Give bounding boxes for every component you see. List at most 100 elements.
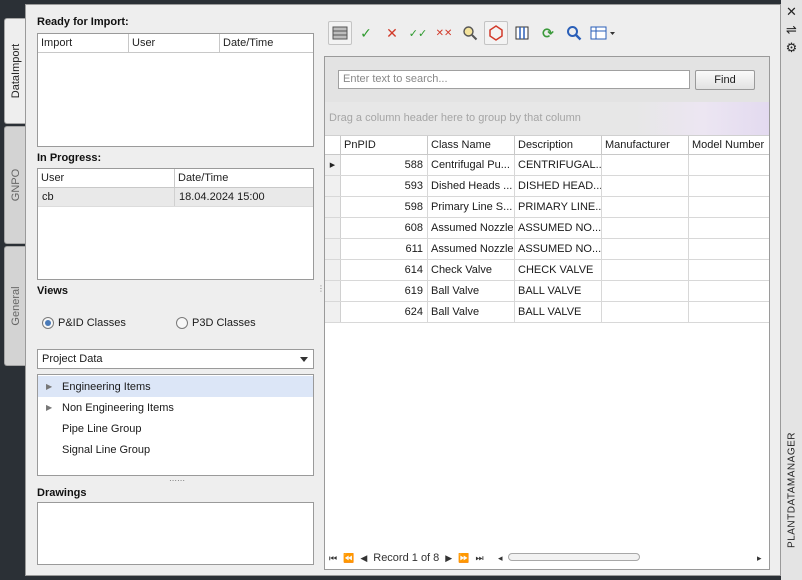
pnpid-cell[interactable]: 624: [341, 302, 428, 322]
model-number-cell[interactable]: [689, 302, 769, 322]
refresh-button[interactable]: ⟳: [536, 21, 560, 45]
class-name-cell[interactable]: Primary Line S...: [428, 197, 515, 217]
accept-all-button[interactable]: ✓✓: [406, 21, 430, 45]
class-name-cell[interactable]: Centrifugal Pu...: [428, 155, 515, 175]
manufacturer-cell[interactable]: [602, 218, 689, 238]
scroll-left-icon[interactable]: ◂: [498, 553, 503, 564]
scroll-right-icon[interactable]: ▸: [757, 553, 762, 564]
radio-pid-classes[interactable]: P&ID Classes: [42, 317, 126, 329]
model-number-cell[interactable]: [689, 197, 769, 217]
model-number-cell[interactable]: [689, 281, 769, 301]
search-input[interactable]: Enter text to search...: [338, 70, 690, 89]
list-item[interactable]: cb 18.04.2024 15:00: [38, 188, 313, 207]
manufacturer-cell[interactable]: [602, 197, 689, 217]
class-name-cell[interactable]: Ball Valve: [428, 281, 515, 301]
manufacturer-cell[interactable]: [602, 302, 689, 322]
pnpid-cell[interactable]: 598: [341, 197, 428, 217]
table-row[interactable]: 598 Primary Line S... PRIMARY LINE...: [325, 197, 769, 218]
next-record-icon[interactable]: ▶: [445, 553, 452, 564]
horizontal-splitter-handle[interactable]: ⋯⋯: [169, 477, 185, 485]
expand-arrow-icon[interactable]: ▶: [46, 382, 62, 391]
table-row[interactable]: 593 Dished Heads ... DISHED HEAD...: [325, 176, 769, 197]
column-header-user[interactable]: User: [38, 169, 175, 187]
model-number-cell[interactable]: [689, 218, 769, 238]
column-header-pnpid[interactable]: PnPID: [341, 136, 428, 154]
description-cell[interactable]: ASSUMED NO...: [515, 218, 602, 238]
radio-p3d-classes[interactable]: P3D Classes: [176, 317, 256, 329]
group-by-panel[interactable]: Drag a column header here to group by th…: [325, 102, 769, 135]
class-tree[interactable]: ▶ Engineering Items ▶ Non Engineering It…: [37, 374, 314, 476]
description-cell[interactable]: CENTRIFUGAL...: [515, 155, 602, 175]
horizontal-scrollbar[interactable]: [508, 553, 640, 561]
tab-gnpo[interactable]: GNPO: [4, 126, 26, 244]
table-row[interactable]: 608 Assumed Nozzle ASSUMED NO...: [325, 218, 769, 239]
class-name-cell[interactable]: Assumed Nozzle: [428, 239, 515, 259]
reject-button[interactable]: ✕: [380, 21, 404, 45]
class-name-cell[interactable]: Ball Valve: [428, 302, 515, 322]
description-cell[interactable]: PRIMARY LINE...: [515, 197, 602, 217]
row-indicator[interactable]: [325, 176, 341, 196]
description-cell[interactable]: CHECK VALVE: [515, 260, 602, 280]
first-record-icon[interactable]: ⏮: [329, 553, 337, 564]
ready-for-import-list[interactable]: Import User Date/Time: [37, 33, 314, 147]
class-name-cell[interactable]: Dished Heads ...: [428, 176, 515, 196]
column-header-datetime[interactable]: Date/Time: [175, 169, 313, 187]
pnpid-cell[interactable]: 619: [341, 281, 428, 301]
in-progress-list[interactable]: User Date/Time cb 18.04.2024 15:00: [37, 168, 314, 280]
table-settings-button[interactable]: [588, 21, 618, 45]
tree-item-signal-line-group[interactable]: Signal Line Group: [38, 439, 313, 460]
table-row[interactable]: 624 Ball Valve BALL VALVE: [325, 302, 769, 323]
current-row-indicator-icon[interactable]: ▶: [325, 155, 341, 175]
tree-item-engineering-items[interactable]: ▶ Engineering Items: [38, 376, 313, 397]
search-button[interactable]: [562, 21, 586, 45]
select-graphics-button[interactable]: [484, 21, 508, 45]
reject-all-button[interactable]: ✕✕: [432, 21, 456, 45]
next-page-icon[interactable]: ⏩: [458, 553, 469, 564]
description-cell[interactable]: BALL VALVE: [515, 281, 602, 301]
tree-item-pipe-line-group[interactable]: Pipe Line Group: [38, 418, 313, 439]
chevron-down-icon[interactable]: [300, 357, 308, 362]
grid-view-button[interactable]: [328, 21, 352, 45]
table-row[interactable]: 611 Assumed Nozzle ASSUMED NO...: [325, 239, 769, 260]
manufacturer-cell[interactable]: [602, 176, 689, 196]
manufacturer-cell[interactable]: [602, 260, 689, 280]
pnpid-cell[interactable]: 593: [341, 176, 428, 196]
manufacturer-cell[interactable]: [602, 239, 689, 259]
manufacturer-cell[interactable]: [602, 155, 689, 175]
auto-hide-icon[interactable]: ⇌: [784, 22, 799, 38]
description-cell[interactable]: ASSUMED NO...: [515, 239, 602, 259]
pnpid-cell[interactable]: 614: [341, 260, 428, 280]
column-header-manufacturer[interactable]: Manufacturer: [602, 136, 689, 154]
table-row[interactable]: 614 Check Valve CHECK VALVE: [325, 260, 769, 281]
column-header-import[interactable]: Import: [38, 34, 129, 52]
model-number-cell[interactable]: [689, 155, 769, 175]
description-cell[interactable]: BALL VALVE: [515, 302, 602, 322]
pnpid-cell[interactable]: 608: [341, 218, 428, 238]
previous-page-icon[interactable]: ⏪: [343, 553, 354, 564]
tab-dataimport[interactable]: DataImport: [4, 18, 26, 124]
model-number-cell[interactable]: [689, 260, 769, 280]
pnpid-cell[interactable]: 611: [341, 239, 428, 259]
manufacturer-cell[interactable]: [602, 281, 689, 301]
tree-item-non-engineering-items[interactable]: ▶ Non Engineering Items: [38, 397, 313, 418]
model-number-cell[interactable]: [689, 176, 769, 196]
pnpid-cell[interactable]: 588: [341, 155, 428, 175]
row-indicator[interactable]: [325, 218, 341, 238]
column-header-user[interactable]: User: [129, 34, 220, 52]
row-indicator[interactable]: [325, 239, 341, 259]
find-button[interactable]: Find: [695, 70, 755, 90]
columns-button[interactable]: [510, 21, 534, 45]
row-indicator[interactable]: [325, 302, 341, 322]
row-indicator[interactable]: [325, 197, 341, 217]
row-indicator[interactable]: [325, 281, 341, 301]
column-header-datetime[interactable]: Date/Time: [220, 34, 313, 52]
column-header-model-number[interactable]: Model Number: [689, 136, 769, 154]
column-header-class-name[interactable]: Class Name: [428, 136, 515, 154]
column-header-description[interactable]: Description: [515, 136, 602, 154]
last-record-icon[interactable]: ⏭: [475, 553, 483, 564]
class-name-cell[interactable]: Assumed Nozzle: [428, 218, 515, 238]
accept-button[interactable]: ✓: [354, 21, 378, 45]
row-indicator[interactable]: [325, 260, 341, 280]
previous-record-icon[interactable]: ◀: [360, 553, 367, 564]
model-number-cell[interactable]: [689, 239, 769, 259]
